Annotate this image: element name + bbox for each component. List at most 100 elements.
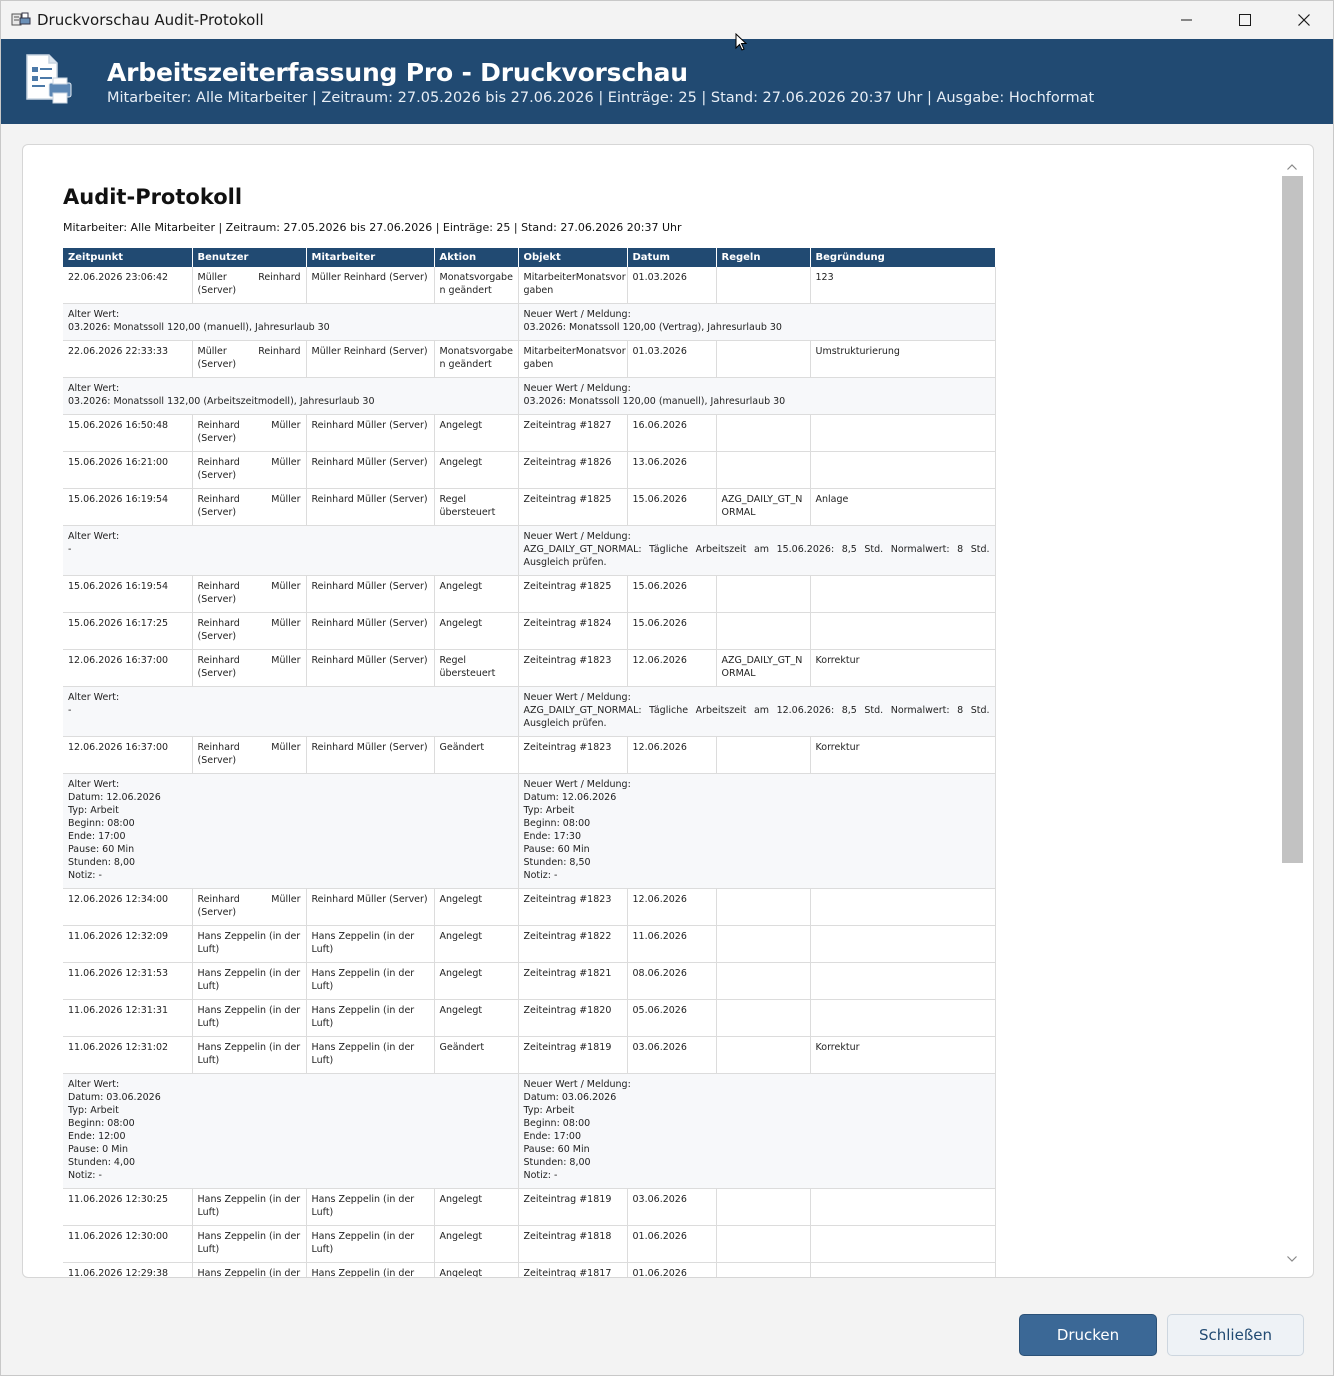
table-cell: Angelegt [434,1225,519,1263]
table-cell [716,736,811,774]
table-cell [716,612,811,650]
old-value-cell: Alter Wert: 03.2026: Monatssoll 120,00 (… [63,303,519,341]
table-cell: 11.06.2026 12:32:09 [63,925,193,963]
table-cell: 01.03.2026 [627,340,717,378]
close-button[interactable]: Schließen [1167,1314,1304,1356]
table-cell: Reinhard Müller (Server) [306,888,435,926]
header-band: Arbeitszeiterfassung Pro - Druckvorschau… [1,39,1333,124]
table-cell: Hans Zeppelin (in der Luft) [306,1225,435,1263]
table-cell: Zeiteintrag #1826 [518,451,628,489]
table-cell: 12.06.2026 12:34:00 [63,888,193,926]
table-cell [810,1262,996,1277]
table-cell: Angelegt [434,451,519,489]
detail-row: Alter Wert: Datum: 03.06.2026 Typ: Arbei… [63,1073,996,1189]
table-cell [810,888,996,926]
table-cell: 08.06.2026 [627,962,717,1000]
table-cell: Reinhard Müller (Server) [192,888,307,926]
table-row: 15.06.2026 16:21:00 Reinhard Müller (Serv… [63,451,996,489]
table-cell: 123 [810,267,996,304]
preview-area[interactable]: Audit-Protokoll Mitarbeiter: Alle Mitarb… [22,144,1314,1278]
table-cell: Reinhard Müller (Server) [192,488,307,526]
minimize-button[interactable] [1158,1,1216,39]
new-value-cell: Neuer Wert / Meldung: Datum: 12.06.2026 … [518,773,996,889]
detail-row: Alter Wert: Datum: 12.06.2026 Typ: Arbei… [63,773,996,889]
table-cell: 16.06.2026 [627,414,717,452]
table-cell: 01.03.2026 [627,267,717,304]
new-value-cell: Neuer Wert / Meldung: AZG_DAILY_GT_NORMA… [518,686,996,737]
table-cell: MitarbeiterMonatsvor gaben [518,267,628,304]
window-title: Druckvorschau Audit-Protokoll [37,11,264,29]
new-value-cell: Neuer Wert / Meldung: Datum: 03.06.2026 … [518,1073,996,1189]
table-cell [716,451,811,489]
table-cell: 01.06.2026 [627,1262,717,1277]
table-cell: Müller Reinhard (Server) [192,267,307,304]
title-bar: Druckvorschau Audit-Protokoll [1,1,1333,39]
table-cell: Reinhard Müller (Server) [192,451,307,489]
table-cell: Müller Reinhard (Server) [306,340,435,378]
print-button[interactable]: Drucken [1019,1314,1157,1356]
scroll-up-button[interactable] [1283,159,1301,173]
close-window-button[interactable] [1275,1,1333,39]
table-cell: 12.06.2026 [627,649,717,687]
table-cell: Zeiteintrag #1819 [518,1188,628,1226]
table-row: 22.06.2026 23:06:42 Müller Reinhard (Serv… [63,267,996,304]
old-value-cell: Alter Wert: Datum: 12.06.2026 Typ: Arbei… [63,773,519,889]
table-cell: Angelegt [434,925,519,963]
column-header: Objekt [518,248,628,267]
table-row: 15.06.2026 16:19:54 Reinhard Müller (Serv… [63,488,996,526]
table-cell: Monatsvorgabe n geändert [434,267,519,304]
minimize-icon [1181,19,1193,21]
table-cell: Zeiteintrag #1824 [518,612,628,650]
table-cell: 11.06.2026 12:29:38 [63,1262,193,1277]
table-body: 22.06.2026 23:06:42 Müller Reinhard (Serv… [63,267,996,1277]
table-cell [716,1225,811,1263]
print-preview-window: Druckvorschau Audit-Protokoll Arbeitszei… [0,0,1334,1376]
table-row: 12.06.2026 16:37:00 Reinhard Müller (Serv… [63,649,996,687]
table-cell: Hans Zeppelin (in der Luft) [192,925,307,963]
table-cell [810,575,996,613]
table-cell: Hans Zeppelin (in der Luft) [192,1225,307,1263]
table-cell: Hans Zeppelin (in der Luft) [306,999,435,1037]
table-row: 11.06.2026 12:32:09 Hans Zeppelin (in der… [63,925,996,963]
table-cell [810,1225,996,1263]
table-cell: 03.06.2026 [627,1036,717,1074]
table-cell: Angelegt [434,414,519,452]
detail-row: Alter Wert: 03.2026: Monatssoll 120,00 (… [63,303,996,341]
column-header: Regeln [716,248,811,267]
table-cell: Zeiteintrag #1817 [518,1262,628,1277]
table-cell: Angelegt [434,1262,519,1277]
maximize-button[interactable] [1216,1,1274,39]
table-cell [810,999,996,1037]
table-cell: Reinhard Müller (Server) [306,649,435,687]
column-header: Datum [627,248,717,267]
header-subtitle: Mitarbeiter: Alle Mitarbeiter | Zeitraum… [107,90,1095,106]
table-row: 12.06.2026 12:34:00 Reinhard Müller (Serv… [63,888,996,926]
table-cell: 15.06.2026 16:50:48 [63,414,193,452]
table-row: 15.06.2026 16:17:25 Reinhard Müller (Serv… [63,612,996,650]
table-cell [716,340,811,378]
column-header: Mitarbeiter [306,248,435,267]
table-cell: Reinhard Müller (Server) [306,575,435,613]
scroll-down-button[interactable] [1283,1251,1301,1265]
table-cell: Umstrukturierung [810,340,996,378]
table-cell: Reinhard Müller (Server) [306,414,435,452]
table-cell: Geändert [434,1036,519,1074]
table-cell: Reinhard Müller (Server) [306,612,435,650]
column-header: Aktion [434,248,519,267]
table-cell [810,612,996,650]
table-cell: Monatsvorgabe n geändert [434,340,519,378]
table-row: 11.06.2026 12:31:53 Hans Zeppelin (in der… [63,962,996,1000]
table-cell: 12.06.2026 16:37:00 [63,649,193,687]
document-page: Audit-Protokoll Mitarbeiter: Alle Mitarb… [63,185,998,1277]
table-cell: 15.06.2026 [627,575,717,613]
table-cell [716,1262,811,1277]
table-cell: 15.06.2026 16:17:25 [63,612,193,650]
table-cell: Anlage [810,488,996,526]
column-header: Zeitpunkt [63,248,193,267]
document-print-icon [23,53,73,107]
table-row: 22.06.2026 22:33:33 Müller Reinhard (Serv… [63,340,996,378]
table-cell: Zeiteintrag #1820 [518,999,628,1037]
table-cell: Reinhard Müller (Server) [306,736,435,774]
table-cell: 15.06.2026 [627,612,717,650]
scrollbar-thumb[interactable] [1282,176,1303,863]
